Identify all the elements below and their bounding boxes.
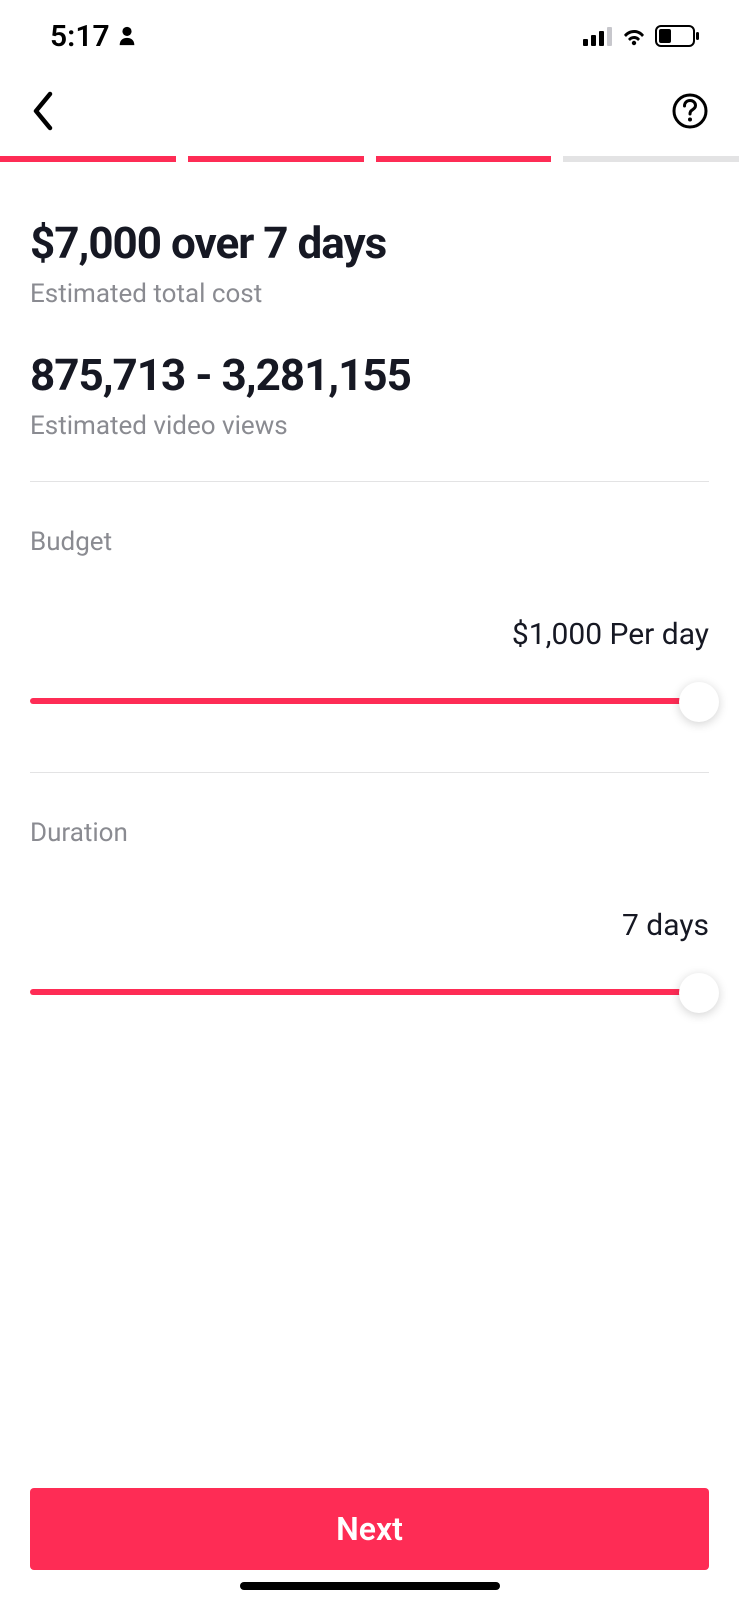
progress-segment-4 (563, 156, 739, 162)
help-button[interactable] (671, 92, 709, 134)
question-circle-icon (671, 92, 709, 130)
progress-segment-3 (376, 156, 552, 162)
budget-value: $1,000 Per day (30, 617, 709, 652)
cost-label: Estimated total cost (30, 279, 709, 309)
back-button[interactable] (30, 90, 56, 136)
battery-icon (655, 25, 699, 47)
chevron-left-icon (30, 90, 56, 132)
person-icon (116, 25, 138, 47)
footer: Next (30, 1488, 709, 1570)
status-time: 5:17 (50, 19, 110, 54)
status-time-group: 5:17 (50, 19, 138, 54)
duration-slider-track (30, 989, 709, 995)
progress-segment-2 (188, 156, 364, 162)
wifi-icon (621, 26, 647, 46)
status-bar: 5:17 (0, 0, 739, 60)
next-button[interactable]: Next (30, 1488, 709, 1570)
budget-label: Budget (30, 527, 709, 557)
nav-bar (0, 60, 739, 156)
main-content: $7,000 over 7 days Estimated total cost … (0, 162, 739, 1013)
status-icons (583, 25, 699, 47)
budget-slider[interactable] (30, 682, 709, 722)
budget-slider-thumb[interactable] (679, 682, 719, 722)
cellular-icon (583, 26, 613, 46)
home-indicator[interactable] (240, 1582, 500, 1590)
budget-section: Budget $1,000 Per day (30, 482, 709, 722)
duration-label: Duration (30, 818, 709, 848)
cost-headline: $7,000 over 7 days (30, 217, 709, 269)
duration-section: Duration 7 days (30, 773, 709, 1013)
duration-slider[interactable] (30, 973, 709, 1013)
progress-segment-1 (0, 156, 176, 162)
views-headline: 875,713 - 3,281,155 (30, 349, 709, 401)
views-label: Estimated video views (30, 411, 709, 441)
budget-slider-track (30, 698, 709, 704)
duration-value: 7 days (30, 908, 709, 943)
duration-slider-thumb[interactable] (679, 973, 719, 1013)
